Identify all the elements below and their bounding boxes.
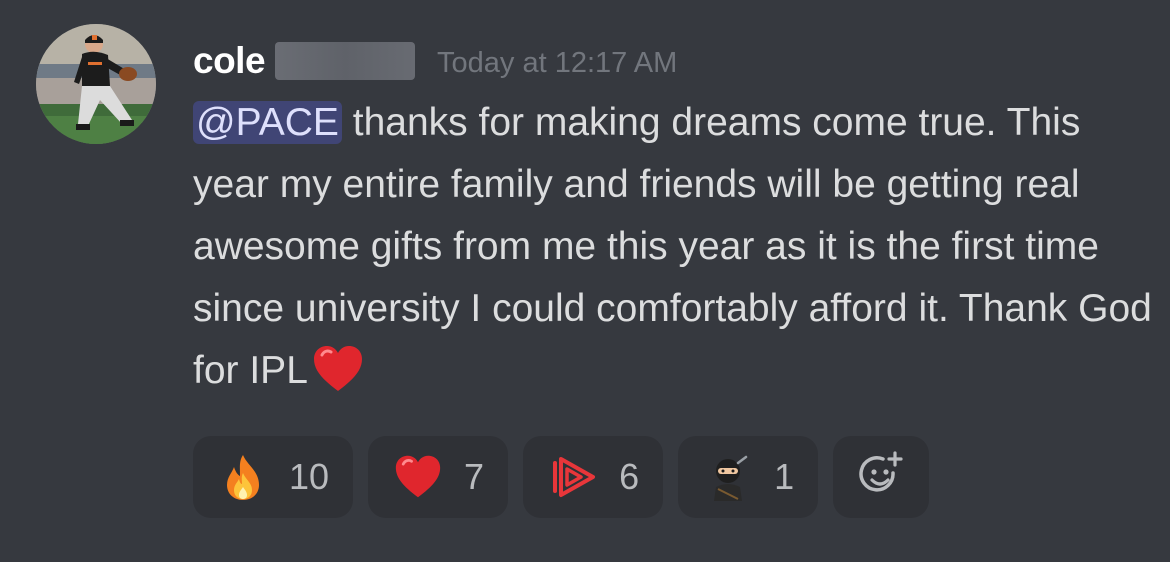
- username-redaction: [275, 42, 416, 80]
- username[interactable]: cole: [193, 40, 266, 82]
- user-mention[interactable]: @PACE: [193, 101, 342, 144]
- add-reaction-icon: [857, 451, 905, 503]
- reaction-ninja[interactable]: 1: [678, 436, 819, 518]
- reaction-count: 7: [464, 456, 485, 497]
- reaction-heart[interactable]: 7: [368, 436, 509, 518]
- reactions-bar: 10 7 6 1: [193, 436, 930, 518]
- chat-message: cole Today at 12:17 AM @PACE thanks for …: [0, 0, 1170, 562]
- fire-icon: [219, 453, 267, 501]
- message-header: cole Today at 12:17 AM: [193, 38, 677, 84]
- avatar-photo: [36, 24, 156, 144]
- add-reaction-button[interactable]: [833, 436, 930, 518]
- red-heart-icon: [394, 453, 442, 501]
- red-heart-icon: [312, 345, 364, 393]
- reaction-pace[interactable]: 6: [523, 436, 664, 518]
- timestamp[interactable]: Today at 12:17 AM: [437, 47, 677, 80]
- ninja-icon: [704, 453, 752, 501]
- reaction-count: 1: [774, 456, 795, 497]
- reaction-count: 6: [619, 456, 640, 497]
- avatar[interactable]: [36, 24, 156, 144]
- message-content: @PACE thanks for making dreams come true…: [193, 92, 1158, 402]
- reaction-count: 10: [289, 456, 330, 497]
- reaction-fire[interactable]: 10: [193, 436, 354, 518]
- pace-play-icon: [549, 453, 597, 501]
